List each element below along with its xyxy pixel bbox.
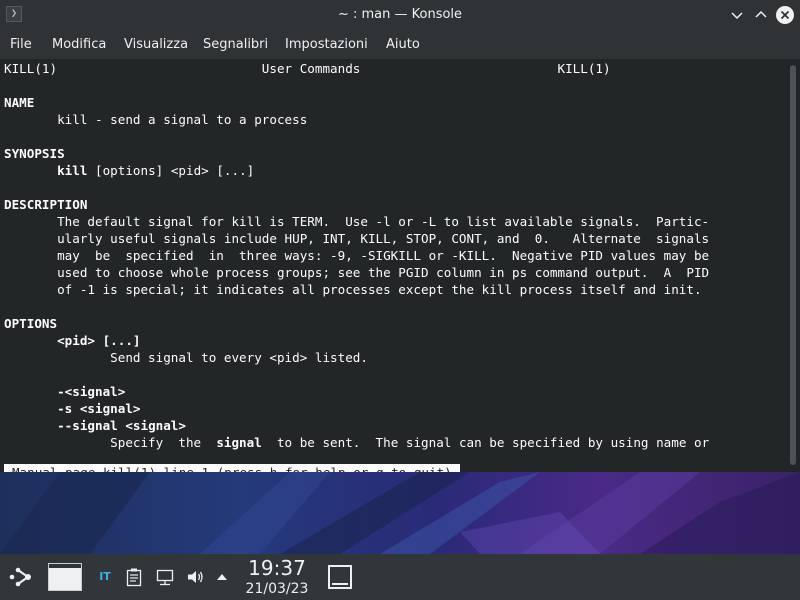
menu-file[interactable]: File xyxy=(10,30,32,59)
show-desktop-icon[interactable] xyxy=(328,565,352,589)
description-line: used to choose whole process groups; see… xyxy=(4,265,710,280)
description-line: may be specified in three ways: -9, -SIG… xyxy=(4,248,710,263)
name-text: kill - send a signal to a process xyxy=(4,112,308,127)
maximize-icon[interactable] xyxy=(752,6,770,24)
section-heading-description: DESCRIPTION xyxy=(4,197,88,212)
option-signal-long: --signal <signal> xyxy=(57,418,186,433)
menu-bar: File Modifica Visualizza Segnalibri Impo… xyxy=(0,30,800,59)
section-heading-options: OPTIONS xyxy=(4,316,58,331)
menu-impostazioni[interactable]: Impostazioni xyxy=(285,30,368,59)
application-launcher-icon[interactable] xyxy=(6,562,36,592)
terminal-scrollbar[interactable] xyxy=(786,59,800,472)
clipboard-icon[interactable] xyxy=(125,567,143,587)
window-title: ~ : man — Konsole xyxy=(337,7,463,22)
option-signal-s: -s <signal> xyxy=(57,401,141,416)
clock-time[interactable]: 19:37 xyxy=(240,555,314,581)
network-icon[interactable] xyxy=(155,567,175,587)
menu-aiuto[interactable]: Aiuto xyxy=(386,30,420,59)
description-line: ularly useful signals include HUP, INT, … xyxy=(4,231,710,246)
section-heading-synopsis: SYNOPSIS xyxy=(4,146,65,161)
konsole-window: ❯ ~ : man — Konsole File Modifica Visual… xyxy=(0,0,800,472)
option-signal-description: Specify the signal to be sent. The signa… xyxy=(4,435,710,450)
menu-modifica[interactable]: Modifica xyxy=(52,30,106,59)
scrollbar-thumb[interactable] xyxy=(790,65,796,465)
tray-expand-icon[interactable] xyxy=(213,568,231,586)
clock-date[interactable]: 21/03/23 xyxy=(240,580,314,598)
title-bar[interactable]: ❯ ~ : man — Konsole xyxy=(0,0,800,30)
keyboard-layout-indicator[interactable]: IT xyxy=(94,568,116,586)
taskbar-window-konsole[interactable] xyxy=(48,563,82,591)
man-header: KILL(1) User Commands KILL(1) xyxy=(4,61,611,76)
volume-icon[interactable] xyxy=(185,567,205,587)
taskbar-panel: IT 19:37 21/03/23 xyxy=(0,554,800,600)
desktop-wallpaper xyxy=(0,472,800,554)
pager-status-line: Manual page kill(1) line 1 (press h for … xyxy=(4,463,460,472)
task-thumb-titlebar xyxy=(49,564,81,568)
menu-segnalibri[interactable]: Segnalibri xyxy=(203,30,268,59)
terminal-view[interactable]: KILL(1) User Commands KILL(1) NAME kill … xyxy=(0,59,786,472)
menu-visualizza[interactable]: Visualizza xyxy=(124,30,188,59)
description-line: of -1 is special; it indicates all proce… xyxy=(4,282,702,297)
description-line: The default signal for kill is TERM. Use… xyxy=(4,214,710,229)
close-icon[interactable] xyxy=(776,6,794,24)
option-signal-short: -<signal> xyxy=(57,384,126,399)
section-heading-name: NAME xyxy=(4,95,35,110)
option-pid-description: Send signal to every <pid> listed. xyxy=(4,350,368,365)
synopsis-text: kill [options] <pid> [...] xyxy=(57,163,255,178)
minimize-icon[interactable] xyxy=(728,6,746,24)
option-pid: <pid> [...] xyxy=(57,333,141,348)
